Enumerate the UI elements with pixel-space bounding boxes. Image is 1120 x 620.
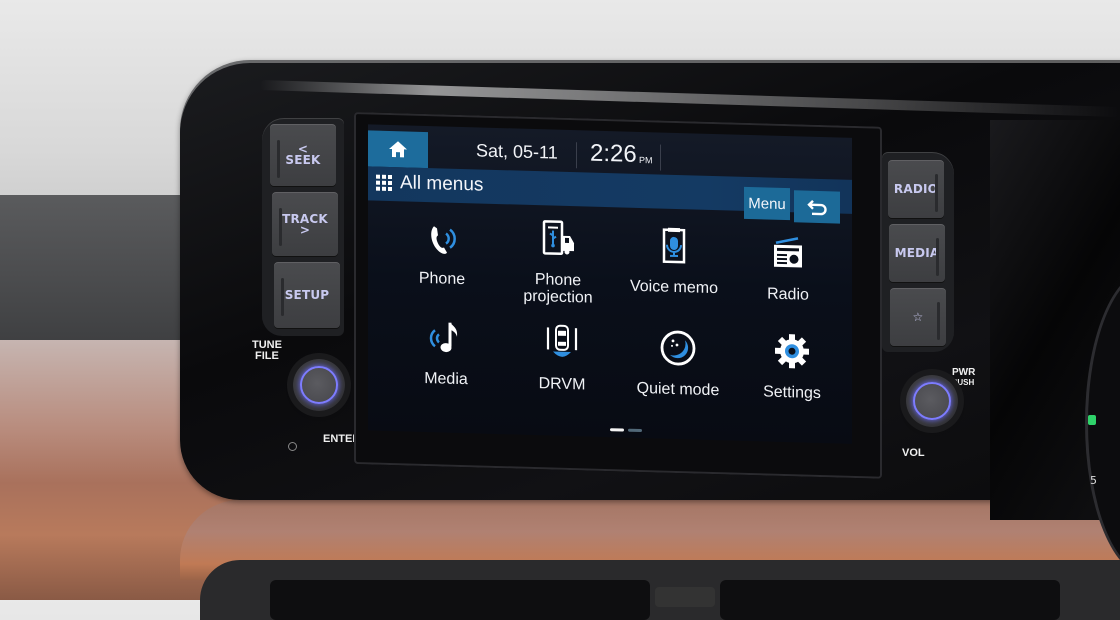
media-button[interactable]: MEDIA xyxy=(889,224,945,282)
tile-drvm[interactable]: DRVM xyxy=(502,320,622,419)
ampm-indicator: PM xyxy=(639,154,653,166)
air-vent-left xyxy=(270,580,650,620)
status-divider xyxy=(660,144,661,171)
tile-label: Quiet mode xyxy=(636,379,720,400)
pagination-indicator xyxy=(610,428,642,433)
favorite-button[interactable]: ☆ xyxy=(890,288,946,346)
menu-button[interactable]: Menu xyxy=(744,186,790,221)
right-button-column: RADIO MEDIA ☆ xyxy=(882,152,954,352)
tile-label: projection xyxy=(523,287,593,307)
setup-label: SETUP xyxy=(284,288,330,302)
settings-icon xyxy=(775,334,809,369)
tile-label: Settings xyxy=(763,383,821,403)
back-arrow-icon xyxy=(807,199,827,216)
microphone-icon xyxy=(288,442,297,451)
chevron-right-icon: > xyxy=(299,223,311,237)
tile-label: Voice memo xyxy=(629,277,719,298)
display-frame: Sat, 05-11 2:26 PM All menus Menu Phone … xyxy=(354,112,882,479)
home-icon xyxy=(389,141,407,158)
tile-phone[interactable]: Phone xyxy=(382,215,502,314)
touchscreen: Sat, 05-11 2:26 PM All menus Menu Phone … xyxy=(368,124,852,444)
phone-icon xyxy=(431,226,456,254)
tile-media[interactable]: Media xyxy=(386,315,506,414)
tile-label: Media xyxy=(424,369,468,389)
drvm-icon xyxy=(546,324,578,357)
media-icon xyxy=(429,322,458,353)
page-dot-active[interactable] xyxy=(610,428,624,432)
volume-knob-ring xyxy=(913,382,951,420)
home-button[interactable] xyxy=(368,130,428,169)
radio-icon xyxy=(774,237,802,268)
date-display: Sat, 05-11 xyxy=(476,140,558,163)
volume-knob[interactable] xyxy=(906,375,958,427)
tile-radio[interactable]: Radio xyxy=(728,230,848,329)
time-display: 2:26 xyxy=(590,139,637,168)
tile-settings[interactable]: Settings xyxy=(732,329,852,428)
voice-memo-icon xyxy=(662,227,686,264)
star-icon: ☆ xyxy=(912,310,924,324)
page-dot-inactive[interactable] xyxy=(628,428,642,433)
left-button-column: < SEEK TRACK > SETUP xyxy=(262,118,344,336)
menu-grid: Phone Phone projection Voice memo Radio … xyxy=(368,212,852,426)
tile-label: Phone xyxy=(418,269,466,289)
seek-label: SEEK xyxy=(285,153,321,167)
vol-label: VOL xyxy=(902,447,925,459)
gauge-number: 5 xyxy=(1090,474,1097,487)
tile-voice-memo[interactable]: Voice memo xyxy=(614,223,734,322)
back-button[interactable] xyxy=(794,190,840,224)
seek-button[interactable]: < SEEK xyxy=(270,124,336,186)
radio-button[interactable]: RADIO xyxy=(888,160,944,218)
status-divider xyxy=(576,142,577,169)
air-vent-right xyxy=(720,580,1060,620)
tile-label: Radio xyxy=(767,285,809,304)
all-menus-grid-icon xyxy=(376,174,392,192)
page-title: All menus xyxy=(400,172,484,196)
setup-button[interactable]: SETUP xyxy=(274,262,340,328)
tile-phone-projection[interactable]: Phone projection xyxy=(498,216,618,315)
tile-quiet-mode[interactable]: Quiet mode xyxy=(618,325,738,424)
file-label: FILE xyxy=(255,350,279,362)
radio-hw-label: RADIO xyxy=(893,182,939,196)
hazard-switch[interactable] xyxy=(655,587,715,607)
push-label: PUSH xyxy=(952,378,975,387)
tile-label: DRVM xyxy=(538,375,586,394)
media-hw-label: MEDIA xyxy=(894,246,940,260)
tune-knob-ring xyxy=(300,366,338,404)
indicator-light-icon xyxy=(1088,415,1096,425)
tune-knob[interactable] xyxy=(293,359,345,411)
phone-projection-icon xyxy=(542,220,574,256)
quiet-mode-icon xyxy=(660,330,696,366)
track-button[interactable]: TRACK > xyxy=(272,192,338,256)
